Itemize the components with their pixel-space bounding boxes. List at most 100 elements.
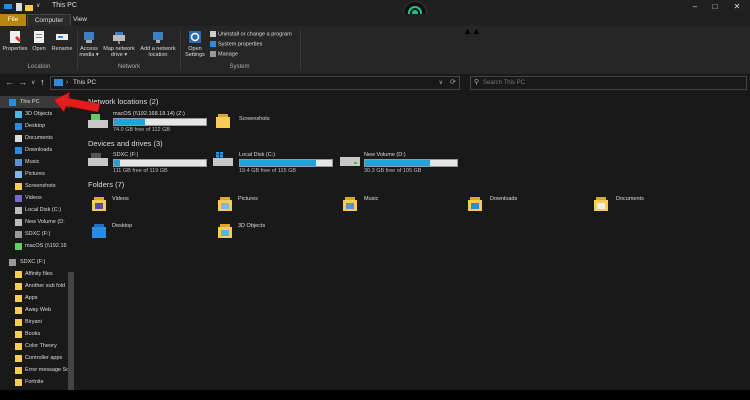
folders-header[interactable]: Folders (7) bbox=[88, 180, 124, 189]
music-icon bbox=[15, 159, 22, 166]
sidebar-item-desktop[interactable]: Desktop bbox=[0, 120, 70, 132]
title-bar: ∨ This PC – □ ✕ bbox=[0, 0, 750, 14]
sidebar-scrollbar[interactable] bbox=[68, 272, 74, 390]
search-input[interactable]: ⚲ Search This PC bbox=[470, 76, 747, 90]
sidebar-item-sdxc-f[interactable]: SDXC (F:) bbox=[0, 228, 70, 240]
drive-usage-bar bbox=[113, 159, 207, 167]
pc-icon bbox=[9, 99, 16, 106]
open-button[interactable]: Open bbox=[30, 30, 48, 52]
devices-and-drives-header[interactable]: Devices and drives (3) bbox=[88, 139, 163, 148]
properties-icon bbox=[10, 31, 21, 43]
sidebar-item-folder[interactable]: Away Web bbox=[0, 304, 70, 316]
ribbon-separator bbox=[180, 30, 181, 70]
drive-usage-bar bbox=[364, 159, 458, 167]
sidebar-item-folder[interactable]: Books bbox=[0, 328, 70, 340]
sidebar-item-documents[interactable]: Documents bbox=[0, 132, 70, 144]
folder-icon bbox=[15, 367, 22, 374]
sidebar-item-label: Desktop bbox=[25, 123, 46, 129]
recent-locations-icon[interactable]: ∨ bbox=[31, 79, 35, 86]
drive-usage-fill bbox=[240, 160, 317, 166]
maximize-button[interactable]: □ bbox=[706, 1, 724, 12]
folder-icon bbox=[15, 331, 22, 338]
close-button[interactable]: ✕ bbox=[728, 1, 746, 12]
sidebar-item-local-disk-c[interactable]: Local Disk (C:) bbox=[0, 204, 70, 216]
minimize-button[interactable]: – bbox=[686, 1, 704, 12]
sidebar-item-folder[interactable]: Apps bbox=[0, 292, 70, 304]
pictures-icon bbox=[15, 171, 22, 178]
downloads-folder-icon bbox=[468, 197, 482, 211]
network-group-label: Network bbox=[117, 64, 140, 70]
open-settings-button[interactable]: Open Settings bbox=[182, 30, 208, 58]
sidebar-item-label: Error message Sc bbox=[25, 367, 70, 373]
sidebar-item-new-volume-d[interactable]: New Volume (D: bbox=[0, 216, 70, 228]
network-drive-icon bbox=[15, 243, 22, 250]
system-properties-link[interactable]: System properties bbox=[210, 41, 262, 47]
tab-file[interactable]: File bbox=[0, 14, 26, 26]
sidebar-item-label: SDXC (F:) bbox=[20, 259, 46, 265]
sidebar-item-label: Affinity files bbox=[25, 271, 53, 277]
window-title: This PC bbox=[52, 2, 77, 9]
uninstall-program-link[interactable]: Uninstall or change a program bbox=[210, 31, 292, 37]
sidebar-item-downloads[interactable]: Downloads bbox=[0, 144, 70, 156]
drive-usage-bar bbox=[239, 159, 333, 167]
sidebar-item-folder[interactable]: Biryani bbox=[0, 316, 70, 328]
quick-new-folder-icon[interactable] bbox=[25, 3, 33, 11]
rename-label: Rename bbox=[51, 46, 73, 52]
address-field[interactable]: › This PC ∨ ⟳ bbox=[50, 76, 460, 90]
add-network-location-label: Add a network location bbox=[140, 46, 176, 58]
sidebar-item-label: Videos bbox=[25, 195, 42, 201]
sidebar-item-folder[interactable]: Fortnite bbox=[0, 376, 70, 388]
up-arrow-icon[interactable]: ↑ bbox=[40, 77, 45, 87]
content-pane: Network locations (2) macOS (\\192.168.1… bbox=[78, 92, 750, 390]
refresh-icon[interactable]: ⟳ bbox=[450, 77, 456, 89]
add-network-location-button[interactable]: Add a network location bbox=[138, 30, 178, 58]
sidebar-item-folder[interactable]: Controller apps bbox=[0, 352, 70, 364]
sidebar-item-macos-network[interactable]: macOS (\\192.16 bbox=[0, 240, 70, 252]
ribbon-separator bbox=[77, 30, 78, 70]
properties-button[interactable]: Properties bbox=[2, 30, 28, 52]
add-location-icon bbox=[153, 32, 163, 43]
windows-drive-icon bbox=[213, 152, 233, 166]
ribbon-separator bbox=[300, 30, 301, 70]
sd-card-icon bbox=[15, 231, 22, 238]
cursor-icon: ▲▲ bbox=[463, 26, 481, 36]
sidebar-item-folder[interactable]: Affinity files bbox=[0, 268, 70, 280]
sidebar-item-folder[interactable]: Another sub fold bbox=[0, 280, 70, 292]
sidebar-item-videos[interactable]: Videos bbox=[0, 192, 70, 204]
download-icon bbox=[15, 147, 22, 154]
desktop-icon bbox=[15, 123, 22, 130]
folder-icon bbox=[15, 183, 22, 190]
access-media-button[interactable]: Access media ▾ bbox=[79, 30, 99, 58]
sidebar-item-pictures[interactable]: Pictures bbox=[0, 168, 70, 180]
system-group-label: System bbox=[229, 64, 250, 70]
sidebar-item-label: SDXC (F:) bbox=[25, 231, 51, 237]
chevron-down-icon[interactable]: ∨ bbox=[439, 77, 443, 89]
sidebar-item-label: Another sub fold bbox=[25, 283, 66, 289]
network-drive-icon bbox=[113, 32, 125, 44]
drive-name: macOS (\\192.168.18.14) (Z:) bbox=[113, 111, 185, 117]
sidebar-item-folder[interactable]: Color Theory bbox=[0, 340, 70, 352]
rename-button[interactable]: Rename bbox=[50, 30, 74, 52]
sidebar-item-label: Documents bbox=[25, 135, 53, 141]
forward-arrow-icon[interactable]: → bbox=[18, 77, 27, 87]
breadcrumb-this-pc[interactable]: This PC bbox=[73, 77, 96, 89]
folder-icon bbox=[15, 271, 22, 278]
desktop-folder-icon bbox=[92, 224, 106, 238]
quick-properties-icon[interactable] bbox=[15, 3, 23, 11]
network-drive-icon bbox=[88, 114, 108, 128]
map-network-drive-button[interactable]: Map network drive ▾ bbox=[101, 30, 137, 58]
sidebar-item-music[interactable]: Music bbox=[0, 156, 70, 168]
sidebar-item-label: Apps bbox=[25, 295, 38, 301]
drive-free-space: 74.0 GB free of 112 GB bbox=[113, 127, 171, 133]
sidebar-item-screenshots[interactable]: Screenshots bbox=[0, 180, 70, 192]
manage-link[interactable]: Manage bbox=[210, 51, 238, 57]
folder-icon bbox=[15, 319, 22, 326]
drive-usage-fill bbox=[365, 160, 431, 166]
sidebar-item-folder[interactable]: Error message Sc bbox=[0, 364, 70, 376]
customize-quick-access-icon[interactable]: ∨ bbox=[36, 2, 44, 10]
tab-view[interactable]: View bbox=[70, 14, 90, 26]
back-arrow-icon[interactable]: ← bbox=[5, 77, 14, 87]
sidebar-item-label: Color Theory bbox=[25, 343, 57, 349]
gear-icon bbox=[189, 31, 201, 43]
sidebar-item-sdxc-f-root[interactable]: SDXC (F:) bbox=[0, 256, 70, 268]
